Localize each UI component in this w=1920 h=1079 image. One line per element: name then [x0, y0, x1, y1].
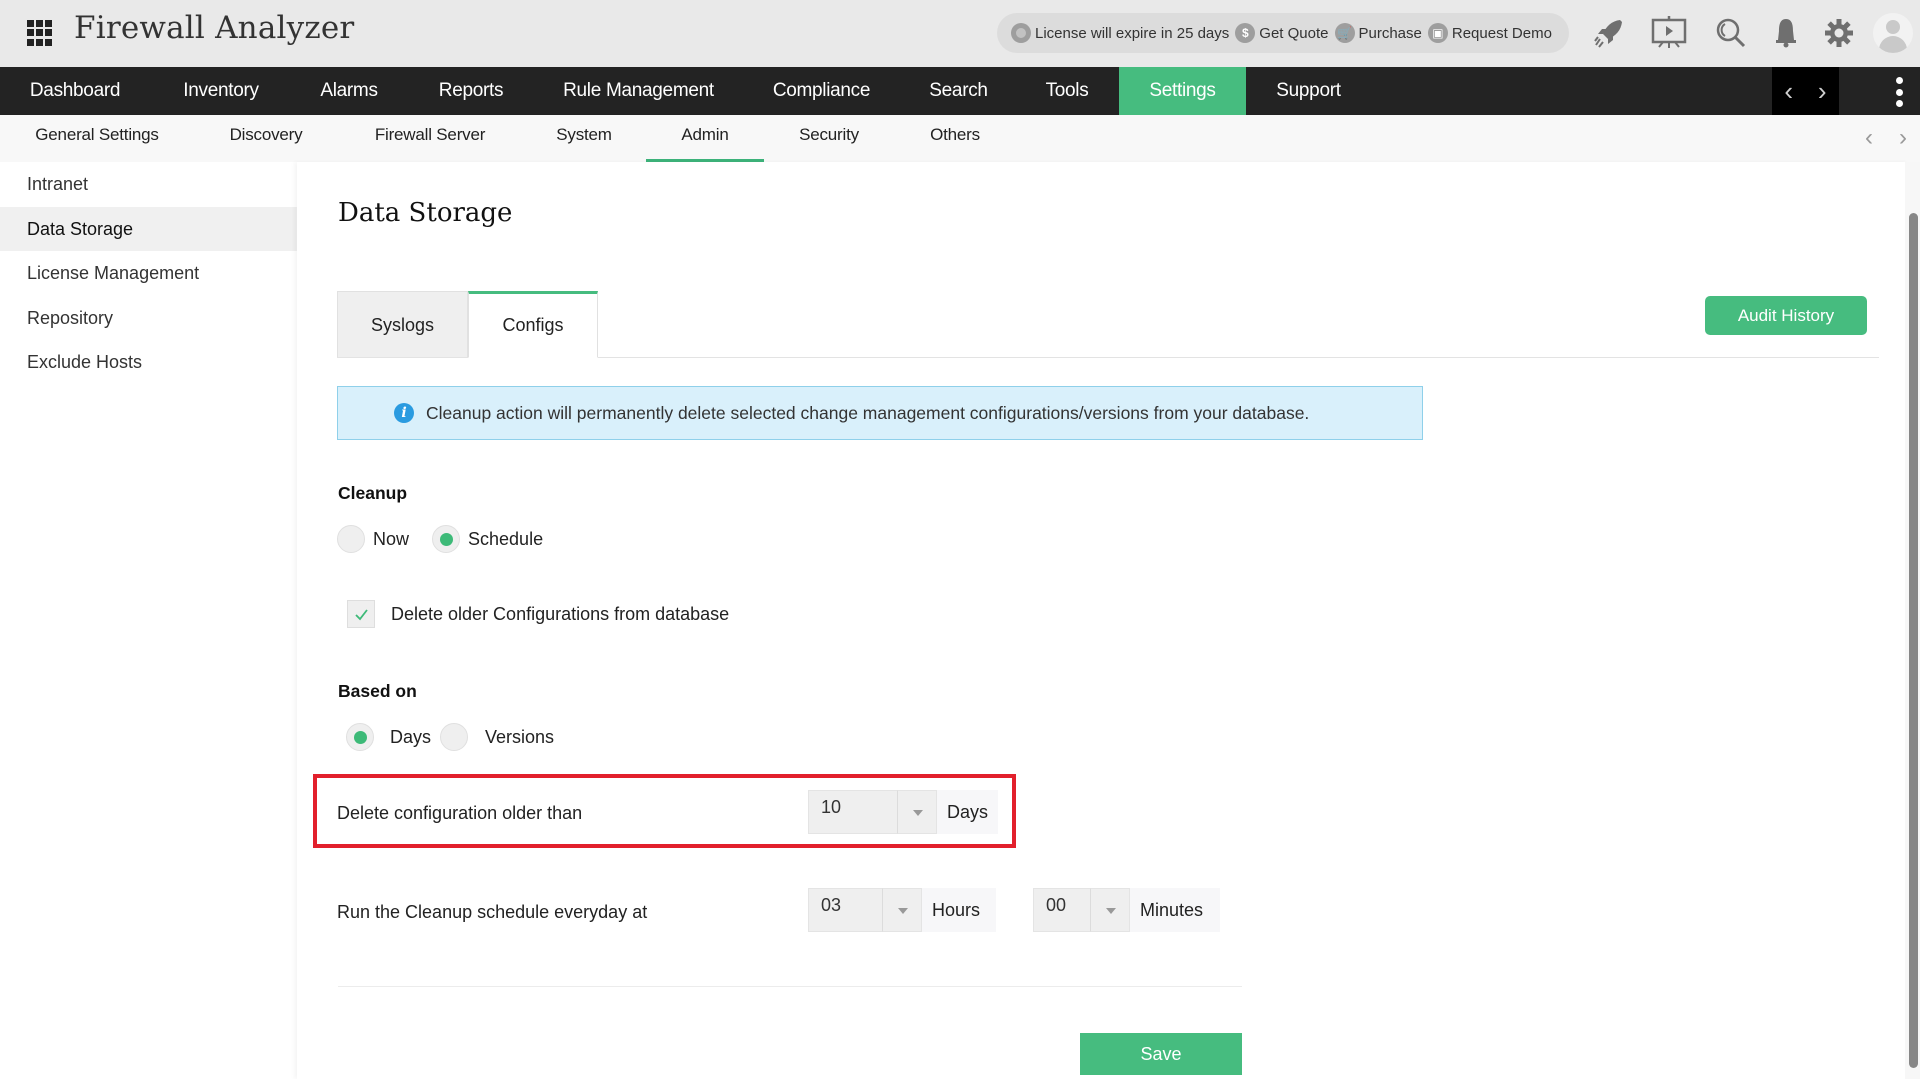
subnav-system[interactable]: System: [544, 115, 624, 162]
checkmark-icon: [355, 609, 368, 621]
based-on-label: Based on: [338, 681, 417, 701]
delete-older-than-dropdown[interactable]: 10 Days: [808, 790, 999, 834]
rocket-icon[interactable]: [1590, 14, 1628, 52]
nav-support[interactable]: Support: [1246, 67, 1371, 115]
based-on-versions-label[interactable]: Versions: [485, 727, 554, 748]
request-demo-link[interactable]: ▣ Request Demo: [1427, 23, 1552, 43]
sidebar-item-repository[interactable]: Repository: [0, 296, 297, 340]
chevron-left-icon[interactable]: ‹: [1784, 78, 1793, 104]
nav-scroll-arrows: ‹ ›: [1772, 67, 1839, 115]
cleanup-schedule-radio[interactable]: [432, 525, 461, 553]
license-notice[interactable]: License will expire in 25 days: [1011, 23, 1229, 43]
cleanup-now-label[interactable]: Now: [373, 529, 409, 550]
sub-nav: General Settings Discovery Firewall Serv…: [0, 115, 1920, 162]
schedule-minutes-dropdown[interactable]: 00 Minutes: [1033, 888, 1220, 932]
caret-down-icon[interactable]: [882, 888, 922, 932]
based-on-days-label[interactable]: Days: [390, 727, 431, 748]
delete-older-checkbox[interactable]: [347, 600, 375, 628]
audit-history-button[interactable]: Audit History: [1705, 296, 1867, 335]
demo-icon: ▣: [1427, 23, 1448, 43]
request-demo-label: Request Demo: [1451, 24, 1552, 42]
schedule-hours-dropdown[interactable]: 03 Hours: [808, 888, 996, 932]
subnav-admin[interactable]: Admin: [646, 115, 764, 162]
nav-inventory[interactable]: Inventory: [150, 67, 292, 115]
subnav-firewall-server[interactable]: Firewall Server: [366, 115, 494, 162]
purchase-label: Purchase: [1358, 24, 1422, 42]
nav-tools[interactable]: Tools: [1015, 67, 1119, 115]
top-header: Firewall Analyzer License will expire in…: [0, 0, 1920, 67]
license-badge-icon: [1011, 23, 1031, 43]
cleanup-schedule-label[interactable]: Schedule: [468, 529, 543, 550]
chevron-right-icon[interactable]: ›: [1899, 124, 1907, 152]
sidebar-item-license-management[interactable]: License Management: [0, 251, 297, 295]
tab-configs[interactable]: Configs: [468, 291, 598, 358]
get-quote-label: Get Quote: [1259, 24, 1329, 42]
user-avatar-icon[interactable]: [1873, 13, 1913, 53]
cleanup-now-radio[interactable]: [337, 525, 365, 553]
more-vertical-icon[interactable]: [1893, 77, 1905, 107]
cleanup-radio-group: Now Schedule: [337, 525, 543, 553]
info-banner: i Cleanup action will permanently delete…: [337, 386, 1423, 440]
schedule-label: Run the Cleanup schedule everyday at: [337, 902, 648, 922]
cart-icon: 🛒: [1334, 23, 1355, 43]
app-title: Firewall Analyzer: [74, 10, 355, 46]
based-on-days-radio[interactable]: [346, 723, 374, 751]
caret-down-icon[interactable]: [897, 790, 937, 834]
subnav-discovery[interactable]: Discovery: [218, 115, 314, 162]
info-message: Cleanup action will permanently delete s…: [426, 402, 1310, 423]
based-on-radio-group: Days Versions: [346, 723, 554, 751]
subnav-scroll-arrows: ‹ ›: [1852, 123, 1920, 153]
app-grid-icon[interactable]: [27, 20, 53, 46]
schedule-hours-unit: Hours: [922, 888, 996, 932]
scrollbar-thumb[interactable]: [1909, 213, 1918, 1068]
delete-older-than-label: Delete configuration older than: [337, 803, 583, 823]
nav-dashboard[interactable]: Dashboard: [0, 67, 150, 115]
dollar-icon: $: [1235, 23, 1256, 43]
subnav-general-settings[interactable]: General Settings: [22, 115, 172, 162]
info-icon: i: [394, 403, 414, 423]
presentation-icon[interactable]: [1650, 14, 1688, 52]
chevron-right-icon[interactable]: ›: [1818, 78, 1827, 104]
based-on-versions-radio[interactable]: [440, 723, 469, 751]
gear-icon[interactable]: [1820, 14, 1858, 52]
subnav-others[interactable]: Others: [918, 115, 992, 162]
nav-alarms[interactable]: Alarms: [292, 67, 406, 115]
sidebar-item-intranet[interactable]: Intranet: [0, 162, 297, 206]
nav-settings[interactable]: Settings: [1119, 67, 1246, 115]
save-button[interactable]: Save: [1080, 1033, 1242, 1075]
delete-older-label[interactable]: Delete older Configurations from databas…: [391, 600, 729, 628]
chevron-left-icon[interactable]: ‹: [1865, 124, 1873, 152]
nav-rule-management[interactable]: Rule Management: [536, 67, 741, 115]
cleanup-label: Cleanup: [338, 483, 408, 503]
get-quote-link[interactable]: $ Get Quote: [1235, 23, 1329, 43]
schedule-hours-value[interactable]: 03: [808, 888, 882, 932]
nav-reports[interactable]: Reports: [406, 67, 536, 115]
tab-syslogs[interactable]: Syslogs: [337, 291, 468, 358]
license-notice-text: License will expire in 25 days: [1035, 24, 1230, 42]
form-divider: [338, 986, 1242, 987]
schedule-minutes-value[interactable]: 00: [1033, 888, 1090, 932]
bell-icon[interactable]: [1767, 14, 1805, 52]
nav-compliance[interactable]: Compliance: [741, 67, 902, 115]
nav-search[interactable]: Search: [902, 67, 1015, 115]
search-icon[interactable]: [1712, 14, 1750, 52]
caret-down-icon[interactable]: [1090, 888, 1130, 932]
main-nav: Dashboard Inventory Alarms Reports Rule …: [0, 67, 1920, 115]
sidebar-item-data-storage[interactable]: Data Storage: [0, 207, 297, 251]
delete-older-than-unit: Days: [937, 790, 999, 834]
license-bar: License will expire in 25 days $ Get Quo…: [997, 13, 1569, 53]
page-title: Data Storage: [338, 198, 513, 228]
sidebar-item-exclude-hosts[interactable]: Exclude Hosts: [0, 340, 297, 384]
delete-older-than-value[interactable]: 10: [808, 790, 897, 834]
subnav-security[interactable]: Security: [785, 115, 873, 162]
sidebar: Intranet Data Storage License Management…: [0, 162, 297, 1079]
schedule-minutes-unit: Minutes: [1130, 888, 1220, 932]
purchase-link[interactable]: 🛒 Purchase: [1334, 23, 1422, 43]
